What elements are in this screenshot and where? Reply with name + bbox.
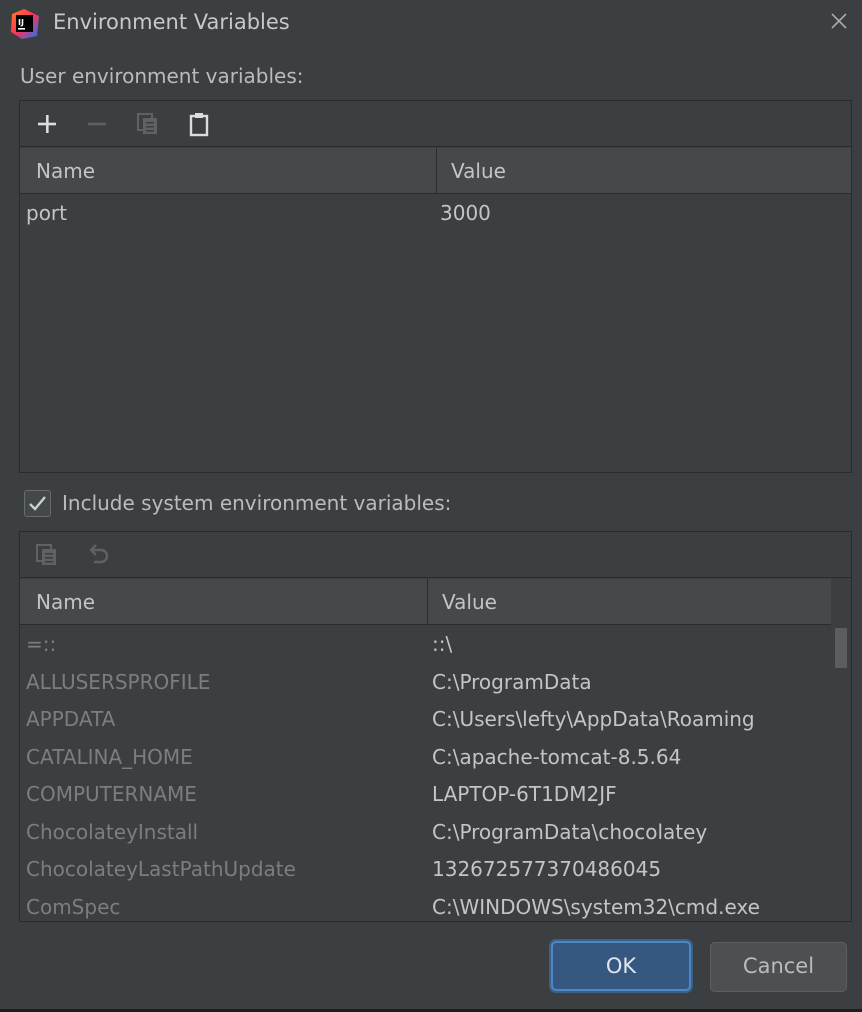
vertical-scrollbar[interactable]: [831, 626, 851, 921]
close-icon[interactable]: [826, 8, 852, 34]
scrollbar-thumb[interactable]: [835, 628, 847, 668]
copy-icon[interactable]: [34, 542, 60, 568]
intellij-logo-icon: IJ: [11, 9, 39, 39]
user-env-label: User environment variables:: [20, 64, 304, 88]
table-row[interactable]: ALLUSERSPROFILE C:\ProgramData: [20, 664, 831, 702]
row-value-cell: C:\ProgramData\chocolatey: [432, 819, 708, 844]
user-env-table-body: port 3000: [20, 195, 851, 233]
row-name-cell: port: [26, 201, 67, 225]
table-row[interactable]: CATALINA_HOME C:\apache-tomcat-8.5.64: [20, 739, 831, 777]
user-env-toolbar: [20, 101, 851, 147]
user-env-table-header: Name Value: [20, 148, 851, 194]
system-env-panel: Name Value =:: ::\ ALLUSERSPROFILE C:\Pr…: [19, 531, 852, 922]
row-name-cell: ComSpec: [26, 894, 121, 919]
row-value-cell: C:\apache-tomcat-8.5.64: [432, 744, 682, 769]
user-env-panel: Name Value port 3000: [19, 100, 852, 473]
system-env-table-header: Name Value: [20, 579, 831, 625]
row-value-cell: C:\Users\lefty\AppData\Roaming: [432, 707, 755, 731]
row-value-cell: LAPTOP-6T1DM2JF: [432, 782, 617, 806]
column-divider[interactable]: [427, 579, 428, 625]
row-name-cell: ALLUSERSPROFILE: [26, 669, 211, 694]
table-row[interactable]: =:: ::\: [20, 626, 831, 664]
table-row[interactable]: COMPUTERNAME LAPTOP-6T1DM2JF: [20, 776, 831, 814]
column-header-value[interactable]: Value: [451, 148, 506, 194]
row-name-cell: ChocolateyInstall: [26, 819, 199, 844]
column-divider[interactable]: [436, 148, 437, 194]
undo-icon[interactable]: [85, 542, 111, 568]
table-row[interactable]: ChocolateyInstall C:\ProgramData\chocola…: [20, 814, 831, 852]
table-row[interactable]: port 3000: [20, 195, 851, 233]
cancel-button[interactable]: Cancel: [710, 942, 847, 992]
row-value-cell: 3000: [440, 201, 491, 225]
include-system-checkbox[interactable]: [24, 490, 51, 517]
title-bar: IJ Environment Variables: [0, 0, 862, 50]
system-env-toolbar: [20, 532, 851, 578]
column-header-name[interactable]: Name: [36, 148, 95, 194]
remove-icon[interactable]: [84, 111, 110, 137]
row-value-cell: C:\ProgramData: [432, 669, 592, 694]
row-value-cell: 132672577370486045: [432, 857, 662, 881]
paste-icon[interactable]: [186, 111, 212, 137]
ok-button[interactable]: OK: [551, 941, 691, 991]
window-title: Environment Variables: [53, 10, 290, 34]
table-row[interactable]: ChocolateyLastPathUpdate 132672577370486…: [20, 851, 831, 889]
table-row[interactable]: APPDATA C:\Users\lefty\AppData\Roaming: [20, 701, 831, 739]
row-value-cell: C:\WINDOWS\system32\cmd.exe: [432, 894, 760, 919]
row-name-cell: APPDATA: [26, 707, 116, 731]
row-name-cell: =::: [26, 632, 57, 656]
table-row[interactable]: ComSpec C:\WINDOWS\system32\cmd.exe: [20, 889, 831, 922]
checkmark-icon: [29, 496, 46, 511]
svg-text:IJ: IJ: [18, 18, 24, 27]
copy-icon[interactable]: [135, 111, 161, 137]
system-env-table-body: =:: ::\ ALLUSERSPROFILE C:\ProgramData A…: [20, 626, 831, 922]
row-name-cell: ChocolateyLastPathUpdate: [26, 857, 296, 881]
column-header-value[interactable]: Value: [442, 579, 497, 625]
add-icon[interactable]: [34, 111, 60, 137]
row-value-cell: ::\: [432, 632, 453, 656]
row-name-cell: COMPUTERNAME: [26, 782, 197, 806]
include-system-label[interactable]: Include system environment variables:: [62, 491, 451, 515]
column-header-name[interactable]: Name: [36, 579, 95, 625]
row-name-cell: CATALINA_HOME: [26, 744, 193, 769]
